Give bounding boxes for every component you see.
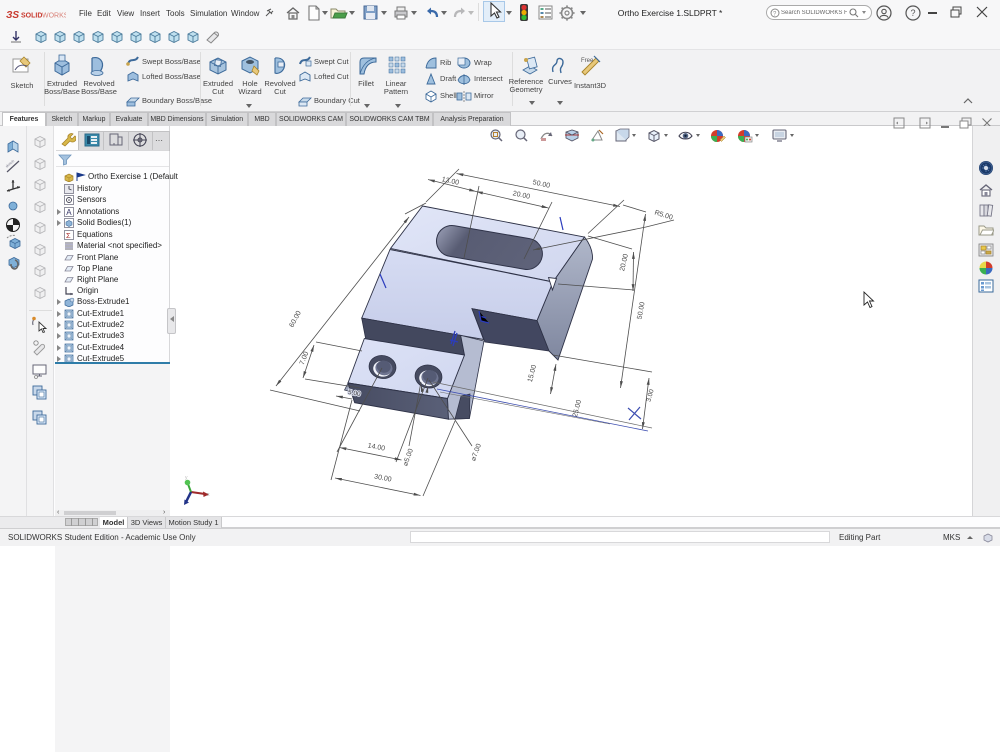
svg-text:sketch: sketch (5, 159, 15, 169)
svg-text:50.00: 50.00 (532, 179, 551, 190)
svg-text:20.00: 20.00 (512, 190, 531, 201)
svg-text:ЗS: ЗS (6, 10, 19, 21)
svg-text:x: x (207, 492, 210, 498)
svg-text:?: ? (911, 8, 916, 18)
svg-text:Free: Free (581, 58, 594, 64)
svg-text:25.00: 25.00 (572, 399, 583, 418)
svg-text:SOLID: SOLID (21, 13, 42, 20)
svg-text:Σ: Σ (66, 231, 71, 240)
svg-text:60.00: 60.00 (288, 310, 302, 329)
svg-text:7.00: 7.00 (299, 351, 311, 366)
svg-text:WORKS: WORKS (42, 13, 66, 20)
svg-text:50.00: 50.00 (636, 301, 646, 320)
svg-text:20.00: 20.00 (619, 253, 630, 272)
svg-text:5.00: 5.00 (347, 389, 361, 398)
svg-text:14.00: 14.00 (367, 442, 386, 452)
svg-text:30.00: 30.00 (374, 473, 393, 483)
svg-text:R5.00: R5.00 (653, 209, 673, 221)
svg-text:⌀5.00: ⌀5.00 (402, 448, 415, 467)
svg-text:15.00: 15.00 (527, 364, 538, 383)
svg-text:A: A (66, 208, 72, 217)
